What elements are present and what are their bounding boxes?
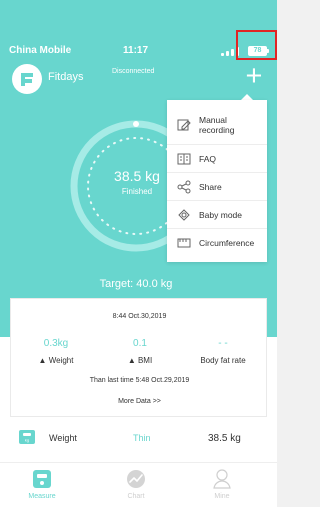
book-icon: [177, 152, 191, 166]
carrier-label: China Mobile: [9, 45, 72, 56]
weight-change-label: ▲ Weight: [38, 356, 74, 365]
menu-label: FAQ: [199, 154, 217, 164]
person-icon: [213, 469, 231, 489]
scale-icon: kg: [19, 430, 35, 444]
tab-chart[interactable]: Chart: [111, 468, 161, 504]
body-fat-label: Body fat rate: [200, 356, 246, 365]
target-weight: Target: 40.0 kg: [99, 278, 173, 290]
comparison-text: Than last time 5:48 Oct.29,2019: [89, 377, 190, 384]
summary-label: Weight: [49, 433, 77, 443]
dial-weight: 38.5 kg: [114, 168, 160, 184]
more-data-link[interactable]: More Data >>: [11, 398, 268, 405]
highlight-box: [236, 30, 277, 60]
menu-label: Share: [199, 182, 222, 192]
tab-measure[interactable]: Measure: [17, 468, 67, 504]
menu-item-faq[interactable]: FAQ: [167, 145, 267, 173]
measurement-card: 8:44 Oct.30,2019 0.3kg ▲ Weight 0.1 ▲ BM…: [10, 298, 267, 417]
summary-value: 38.5 kg: [208, 433, 241, 444]
menu-label: Circumference: [199, 238, 255, 248]
dial-status: Finished: [121, 187, 153, 196]
svg-text:kg: kg: [25, 438, 29, 443]
time-label: 11:17: [123, 45, 149, 56]
tab-label: Mine: [214, 493, 230, 500]
menu-item-baby-mode[interactable]: Baby mode: [167, 201, 267, 229]
menu-item-manual-recording[interactable]: Manual recording: [167, 108, 267, 145]
baby-icon: [177, 208, 191, 222]
plus-icon: +: [245, 60, 263, 92]
menu-label: Baby mode: [199, 210, 242, 220]
summary-status: Thin: [133, 433, 151, 443]
tab-mine[interactable]: Mine: [197, 468, 247, 504]
connection-status: Disconnected: [112, 68, 155, 75]
menu-label: Manual recording: [199, 115, 235, 135]
share-icon: [177, 180, 191, 194]
plus-button[interactable]: +: [240, 60, 268, 92]
chart-icon: [127, 470, 145, 488]
tab-label: Chart: [127, 493, 145, 500]
add-menu: Manual recording FAQ Share Baby mode Cir…: [167, 100, 267, 262]
edit-icon: [177, 118, 191, 132]
tape-icon: [177, 236, 191, 250]
fitdays-screen: China Mobile 11:17 78 Fitdays Disconnect…: [0, 0, 277, 507]
scale-icon: [33, 470, 51, 488]
app-name: Fitdays: [48, 71, 84, 83]
weight-change-value: 0.3kg: [43, 338, 69, 349]
tab-label: Measure: [28, 493, 56, 500]
bmi-change-label: ▲ BMI: [127, 356, 153, 365]
bottom-navigation: Measure Chart Mine: [0, 462, 277, 507]
weight-summary-row[interactable]: kg Weight Thin 38.5 kg: [0, 424, 277, 454]
menu-item-circumference[interactable]: Circumference: [167, 229, 267, 257]
menu-item-share[interactable]: Share: [167, 173, 267, 201]
app-logo-icon: [12, 64, 42, 94]
body-fat-value: - -: [218, 338, 228, 349]
record-timestamp: 8:44 Oct.30,2019: [112, 313, 167, 320]
bmi-change-value: 0.1: [133, 338, 147, 349]
